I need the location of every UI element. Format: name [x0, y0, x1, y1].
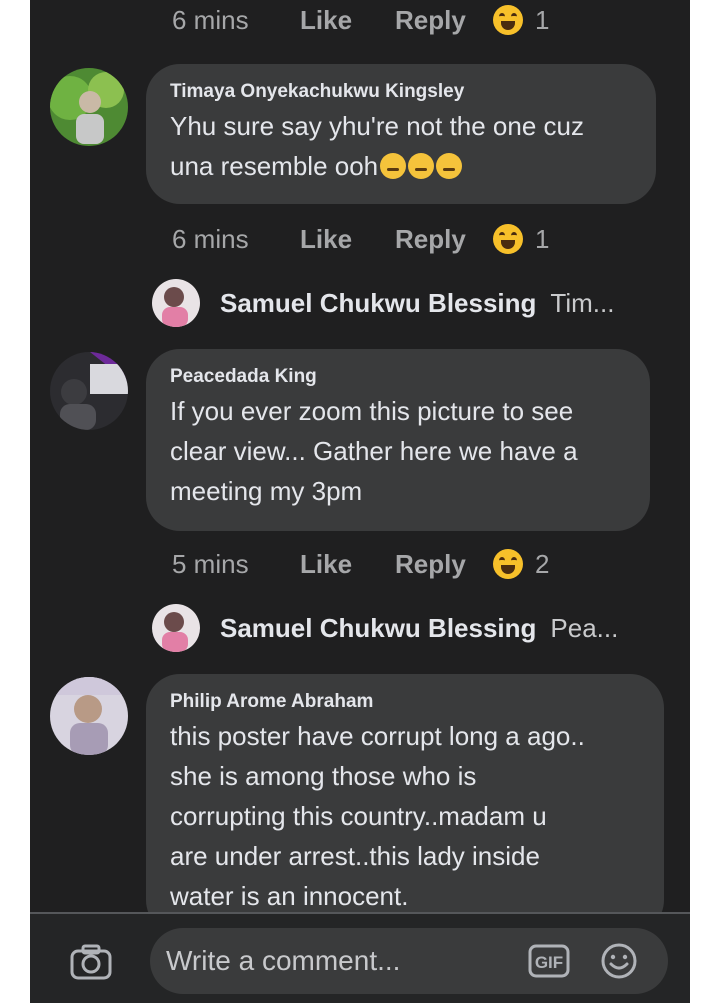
- comment-text-line: una resemble ooh: [170, 146, 632, 186]
- reaction-count[interactable]: 1: [535, 5, 549, 36]
- haha-reaction-icon[interactable]: [493, 5, 523, 35]
- flushed-emoji-icon: [408, 153, 435, 179]
- comment-composer: GIF: [30, 912, 690, 1003]
- reply-button[interactable]: Reply: [395, 224, 493, 255]
- flushed-emoji-icon: [380, 153, 407, 179]
- disappointed-emoji-icon: [436, 153, 463, 179]
- like-button[interactable]: Like: [300, 224, 395, 255]
- comment-text-line: corrupting this country..madam u: [170, 801, 547, 831]
- avatar: [152, 604, 200, 652]
- comments-screen: 6 mins Like Reply 1 Timaya Onyekachukwu …: [30, 0, 690, 1003]
- comment-time: 5 mins: [172, 548, 249, 579]
- reaction-count[interactable]: 2: [535, 549, 549, 580]
- comment-author[interactable]: Peacedada King: [170, 363, 626, 391]
- reply-preview[interactable]: Samuel Chukwu Blessing Tim...: [152, 276, 614, 330]
- avatar[interactable]: [50, 68, 128, 146]
- comment-text-line: she is among those who is: [170, 761, 477, 791]
- like-button[interactable]: Like: [300, 5, 395, 36]
- haha-reaction-icon[interactable]: [493, 549, 523, 579]
- comment-input[interactable]: [164, 940, 508, 982]
- comment-text-line: are under arrest..this lady inside: [170, 841, 540, 871]
- comment-author[interactable]: Timaya Onyekachukwu Kingsley: [170, 78, 632, 106]
- avatar[interactable]: [50, 352, 128, 430]
- reply-text: Pea...: [550, 612, 619, 643]
- reply-text: Tim...: [550, 287, 615, 318]
- comment-text-line: water is an innocent.: [170, 881, 409, 911]
- comment-text-line: meeting my 3pm: [170, 476, 363, 506]
- haha-reaction-icon[interactable]: [493, 224, 523, 254]
- reply-preview[interactable]: Samuel Chukwu Blessing Pea...: [152, 601, 618, 655]
- comment-text-line: this poster have corrupt long a ago..: [170, 721, 585, 751]
- comment-bubble[interactable]: Timaya Onyekachukwu Kingsley Yhu sure sa…: [146, 64, 656, 204]
- comment-author[interactable]: Philip Arome Abraham: [170, 688, 640, 716]
- comment-actions-3: 5 mins Like Reply 2: [172, 544, 549, 584]
- comment-actions-2: 6 mins Like Reply 1: [172, 219, 549, 259]
- reaction-count[interactable]: 1: [535, 224, 549, 255]
- comment-bubble[interactable]: Peacedada King If you ever zoom this pic…: [146, 349, 650, 531]
- comment-actions-1: 6 mins Like Reply 1: [172, 0, 549, 40]
- like-button[interactable]: Like: [300, 549, 395, 580]
- gif-icon[interactable]: GIF: [528, 944, 570, 978]
- reply-author[interactable]: Samuel Chukwu Blessing: [220, 613, 536, 644]
- avatar[interactable]: [50, 677, 128, 755]
- comment-box[interactable]: GIF: [150, 928, 668, 994]
- comment-text-line: Yhu sure say yhu're not the one cuz: [170, 111, 584, 141]
- comment-text-line: clear view... Gather here we have a: [170, 436, 578, 466]
- comment-time: 6 mins: [172, 223, 249, 254]
- comment-bubble[interactable]: Philip Arome Abraham this poster have co…: [146, 674, 664, 934]
- avatar: [152, 279, 200, 327]
- gif-label: GIF: [535, 953, 563, 972]
- reply-button[interactable]: Reply: [395, 5, 493, 36]
- emoji-icon[interactable]: [600, 942, 638, 980]
- comment-time: 6 mins: [172, 4, 249, 35]
- reply-author[interactable]: Samuel Chukwu Blessing: [220, 288, 536, 319]
- comment-text: una resemble ooh: [170, 151, 379, 181]
- comment-text-line: If you ever zoom this picture to see: [170, 396, 574, 426]
- reply-button[interactable]: Reply: [395, 549, 493, 580]
- camera-icon[interactable]: [70, 944, 112, 980]
